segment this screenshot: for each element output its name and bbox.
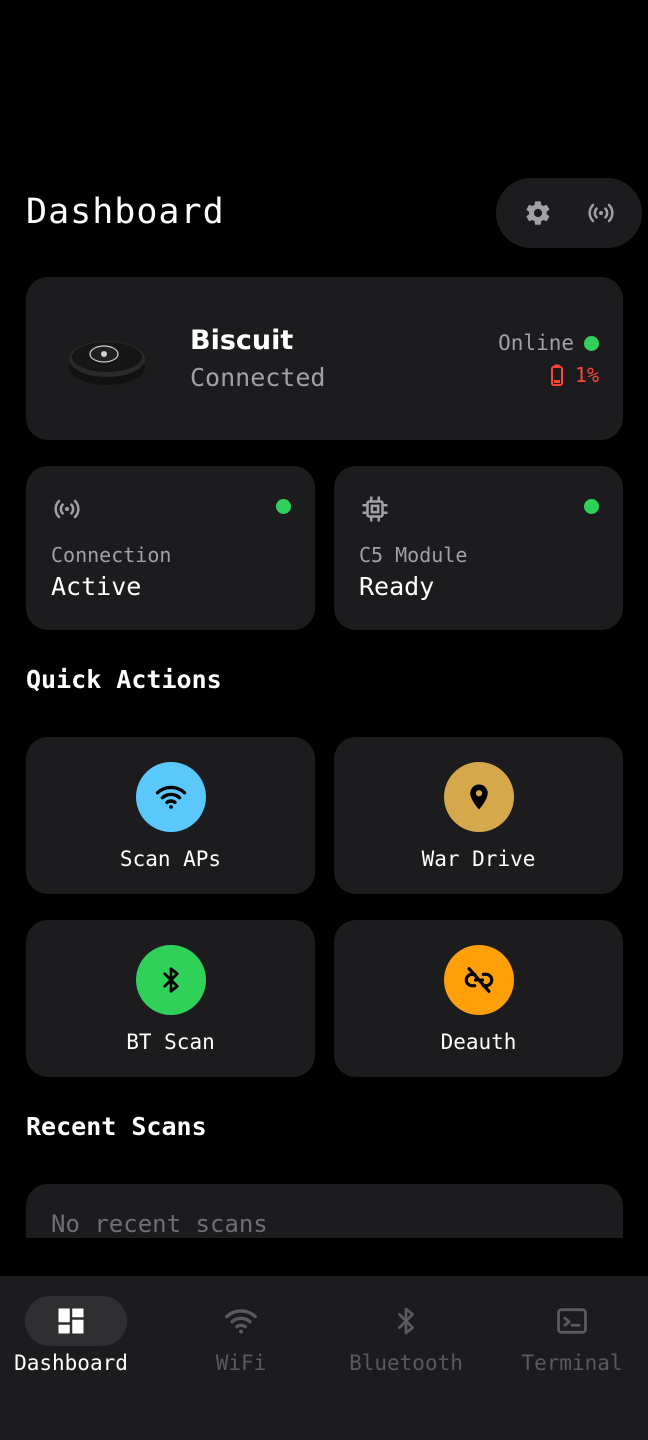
bluetooth-icon [398,1307,414,1335]
chip-icon [362,496,388,522]
online-indicator: Online [498,331,599,355]
status-dot [276,499,291,514]
connection-status-card: Connection Active [26,466,315,630]
page-title: Dashboard [26,192,225,232]
broadcast-icon[interactable] [583,195,619,231]
stat-label: C5 Module [359,543,468,567]
bottom-nav: Dashboard WiFi Bluetooth Terminal [0,1276,648,1440]
scan-aps-button[interactable]: Scan APs [26,737,315,894]
wifi-icon [225,1309,257,1334]
empty-state-text: No recent scans [51,1210,268,1238]
deauth-button[interactable]: Deauth [334,920,623,1077]
gear-icon[interactable] [520,195,556,231]
battery-percent: 1% [574,363,599,387]
device-name: Biscuit [190,325,294,356]
status-dot [584,499,599,514]
action-label: Scan APs [119,847,222,871]
dashboard-icon [58,1308,84,1334]
location-pin-icon [444,762,514,832]
recent-scans-title: Recent Scans [26,1112,207,1141]
nav-label: Dashboard [14,1351,128,1375]
device-image [69,341,145,385]
online-label: Online [498,331,574,355]
wifi-icon [136,762,206,832]
battery-indicator: 1% [550,363,599,387]
bt-scan-button[interactable]: BT Scan [26,920,315,1077]
bluetooth-icon [136,945,206,1015]
recent-scans-list: No recent scans [26,1184,623,1238]
battery-low-icon [550,364,563,386]
module-status-card: C5 Module Ready [334,466,623,630]
nav-label: Terminal [521,1351,623,1375]
stat-value: Active [51,572,142,601]
war-drive-button[interactable]: War Drive [334,737,623,894]
device-card[interactable]: Biscuit Connected Online 1% [26,277,623,440]
stat-label: Connection [51,543,172,567]
quick-actions-title: Quick Actions [26,665,222,694]
nav-dashboard[interactable]: Dashboard [0,1276,162,1386]
terminal-icon [557,1308,587,1334]
device-status: Connected [190,363,326,392]
action-label: BT Scan [126,1030,215,1054]
action-label: War Drive [421,847,536,871]
nav-terminal[interactable]: Terminal [486,1276,648,1386]
nav-label: WiFi [215,1351,267,1375]
header-actions [496,178,642,248]
status-dot [584,335,599,351]
nav-bluetooth[interactable]: Bluetooth [324,1276,486,1386]
broadcast-icon [54,499,80,519]
nav-wifi[interactable]: WiFi [162,1276,324,1386]
action-label: Deauth [440,1030,517,1054]
link-off-icon [444,945,514,1015]
nav-label: Bluetooth [349,1351,463,1375]
stat-value: Ready [359,572,435,601]
